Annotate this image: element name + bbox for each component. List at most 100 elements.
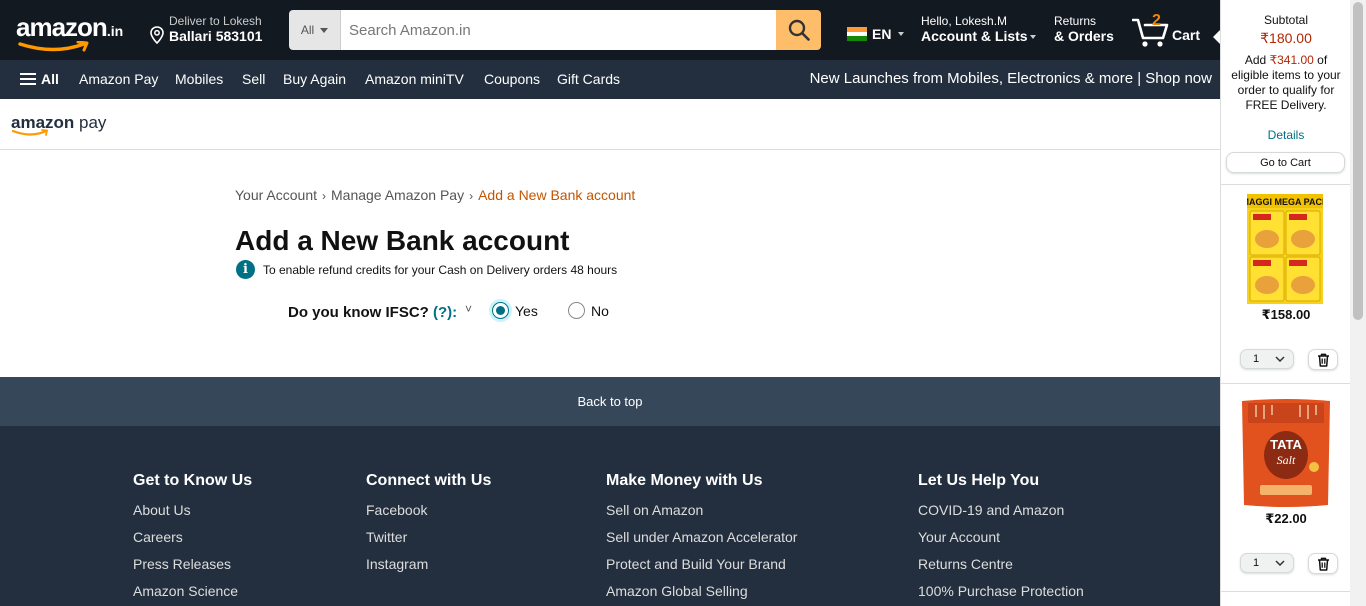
cart-icon xyxy=(1132,18,1169,47)
footer-link[interactable]: Your Account xyxy=(918,524,1084,551)
footer-link[interactable]: Protect and Build Your Brand xyxy=(606,551,797,578)
logo-text: amazon xyxy=(16,12,108,42)
nav-coupons[interactable]: Coupons xyxy=(484,71,540,87)
breadcrumb-your-account[interactable]: Your Account xyxy=(235,187,317,203)
breadcrumb: Your Account › Manage Amazon Pay › Add a New… xyxy=(235,187,635,203)
cart-side-panel: Subtotal ₹180.00 Add ₹341.00 of eligible… xyxy=(1220,0,1351,606)
all-label: All xyxy=(41,71,59,87)
nav-gift-cards[interactable]: Gift Cards xyxy=(557,71,620,87)
radio-no-label: No xyxy=(591,302,609,319)
breadcrumb-separator: › xyxy=(322,189,326,203)
footer-link[interactable]: Sell on Amazon xyxy=(606,497,797,524)
footer-link[interactable]: Careers xyxy=(133,524,252,551)
account-label: Account & Lists xyxy=(921,28,1028,44)
breadcrumb-separator: › xyxy=(469,189,474,203)
account-lists[interactable]: Hello, Lokesh.M Account & Lists xyxy=(921,14,1036,44)
footer-link[interactable]: Instagram xyxy=(366,551,491,578)
footer-link[interactable]: Amazon Global Selling xyxy=(606,578,797,605)
go-to-cart-button[interactable]: Go to Cart xyxy=(1226,152,1345,173)
returns-orders[interactable]: Returns & Orders xyxy=(1054,14,1114,44)
radio-no-circle[interactable] xyxy=(568,302,585,319)
footer-link[interactable]: About Us xyxy=(133,497,252,524)
scrollbar-thumb[interactable] xyxy=(1353,2,1363,320)
chevron-down-icon[interactable]: ˅ xyxy=(465,302,472,316)
footer-link[interactable]: 100% Purchase Protection xyxy=(918,578,1084,605)
product-price: ₹22.00 xyxy=(1265,511,1307,526)
footer-link[interactable]: Sell under Amazon Accelerator xyxy=(606,524,797,551)
info-icon: i xyxy=(236,260,255,279)
cart-button[interactable]: 2 Cart xyxy=(1132,12,1212,48)
smile-icon xyxy=(12,129,49,136)
pay-logo-pay: pay xyxy=(74,113,107,132)
top-navbar: amazon.in Deliver to Lokesh Ballari 5831… xyxy=(0,0,1220,60)
search-category-dropdown[interactable]: All xyxy=(289,10,341,50)
search-icon xyxy=(788,19,810,41)
free-delivery-message: Add ₹341.00 of eligible items to your or… xyxy=(1227,53,1345,113)
search-category-label: All xyxy=(300,23,315,37)
amazon-pay-logo[interactable]: amazon pay xyxy=(11,113,107,136)
footer-link[interactable]: Press Releases xyxy=(133,551,252,578)
subtotal-amount: ₹180.00 xyxy=(1260,30,1312,46)
deliver-line2: Ballari 583101 xyxy=(169,28,263,44)
footer-link[interactable]: Facebook xyxy=(366,497,491,524)
footer-column-help: Let Us Help You COVID-19 and Amazon Your… xyxy=(918,472,1084,605)
page-title: Add a New Bank account xyxy=(235,225,570,256)
all-menu-button[interactable]: All xyxy=(20,71,59,87)
product-price: ₹158.00 xyxy=(1261,307,1311,322)
location-pin-icon xyxy=(150,26,164,44)
search-button[interactable] xyxy=(776,10,821,50)
radio-yes-circle[interactable] xyxy=(492,302,509,319)
amazon-pay-header: amazon pay xyxy=(0,99,1220,150)
delete-item-button[interactable] xyxy=(1308,553,1338,574)
quantity-value: 1 xyxy=(1253,557,1260,569)
details-link[interactable]: Details xyxy=(1221,128,1351,142)
hamburger-icon xyxy=(20,73,36,85)
quantity-dropdown[interactable]: 1 xyxy=(1240,349,1294,369)
ifsc-question-label: Do you know IFSC? xyxy=(288,304,429,321)
footer-link[interactable]: Twitter xyxy=(366,524,491,551)
delete-item-button[interactable] xyxy=(1308,349,1338,370)
cart-count: 2 xyxy=(1152,12,1161,29)
ifsc-help-link[interactable]: (?): xyxy=(433,304,457,321)
divider xyxy=(1221,184,1351,185)
chevron-down-icon xyxy=(1029,35,1036,40)
nav-amazon-pay[interactable]: Amazon Pay xyxy=(79,71,158,87)
tata-image-text-1: TATA xyxy=(1270,437,1302,452)
subtotal-label: Subtotal xyxy=(1263,13,1309,27)
deliver-line1: Deliver to Lokesh xyxy=(169,14,262,28)
footer-link[interactable]: COVID-19 and Amazon xyxy=(918,497,1084,524)
chevron-down-icon xyxy=(1275,356,1285,362)
footer-link[interactable]: Amazon Science xyxy=(133,578,252,605)
quantity-value: 1 xyxy=(1253,353,1260,365)
amazon-logo[interactable]: amazon.in xyxy=(16,12,136,52)
footer-link[interactable]: Returns Centre xyxy=(918,551,1084,578)
trash-icon xyxy=(1317,353,1329,367)
breadcrumb-manage-amazon-pay[interactable]: Manage Amazon Pay xyxy=(331,187,464,203)
quantity-dropdown[interactable]: 1 xyxy=(1240,553,1294,573)
trash-icon xyxy=(1317,557,1329,571)
footer-column-make-money: Make Money with Us Sell on Amazon Sell u… xyxy=(606,472,797,605)
search-bar: All xyxy=(289,10,821,50)
chevron-down-icon xyxy=(898,32,905,36)
page-scrollbar[interactable] xyxy=(1350,0,1366,606)
chevron-down-icon xyxy=(1275,560,1285,566)
search-input[interactable] xyxy=(341,10,776,50)
nav-buy-again[interactable]: Buy Again xyxy=(283,71,346,87)
tata-salt-product-image[interactable]: TATA Salt xyxy=(1238,397,1334,509)
language-label: EN xyxy=(872,26,892,42)
account-greeting: Hello, Lokesh.M xyxy=(921,14,1008,28)
logo-tld: .in xyxy=(106,23,124,39)
nav-mobiles[interactable]: Mobiles xyxy=(175,71,223,87)
language-selector[interactable]: EN xyxy=(847,26,905,42)
footer-heading: Get to Know Us xyxy=(133,472,253,489)
nav-sell[interactable]: Sell xyxy=(242,71,265,87)
promo-link[interactable]: New Launches from Mobiles, Electronics &… xyxy=(810,70,1212,87)
footer-column-connect: Connect with Us Facebook Twitter Instagr… xyxy=(366,472,491,578)
nav-amazon-minitv[interactable]: Amazon miniTV xyxy=(365,71,464,87)
maggi-product-image[interactable]: MAGGI MEGA PACK xyxy=(1247,194,1323,304)
maggi-image-text: MAGGI MEGA PACK xyxy=(1247,197,1323,207)
radio-no[interactable]: No xyxy=(568,302,609,319)
radio-yes-label: Yes xyxy=(515,302,538,319)
back-to-top-button[interactable]: Back to top xyxy=(0,377,1220,426)
radio-yes[interactable]: Yes xyxy=(492,302,538,319)
